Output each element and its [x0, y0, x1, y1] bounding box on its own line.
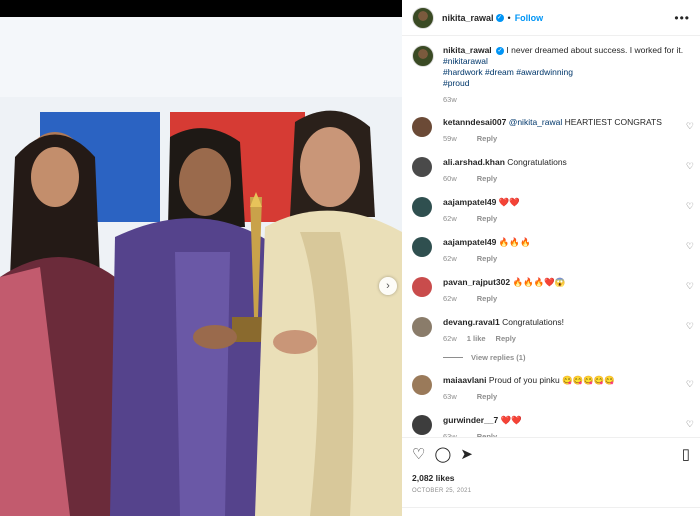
hashtag-line[interactable]: #nikitarawal [443, 56, 692, 67]
verified-icon: ✓ [495, 13, 504, 22]
comment-text: Proud of you pinku 😋😋😋😋😋 [488, 375, 616, 385]
comment-row: aajampatel49 ❤️❤️ 62w Reply ♡ [412, 197, 698, 223]
comment-text: ❤️❤️ [498, 197, 520, 207]
post-sidebar: nikita_rawal ✓ • Follow ••• nikita_rawal… [402, 0, 700, 516]
comment-row: maiaavlani Proud of you pinku 😋😋😋😋😋 63w … [412, 375, 698, 401]
commenter-avatar[interactable] [412, 375, 432, 395]
comment-text: HEARTIEST CONGRATS [564, 117, 662, 127]
commenter-username[interactable]: ketanndesai007 [443, 117, 506, 127]
next-photo-button[interactable]: › [379, 277, 397, 295]
comment-text: Congratulations [507, 157, 567, 167]
comment-time: 62w [443, 214, 457, 223]
comment-time: 60w [443, 174, 457, 183]
comment-time: 59w [443, 134, 457, 143]
commenter-avatar[interactable] [412, 197, 432, 217]
commenter-username[interactable]: pavan_rajput302 [443, 277, 510, 287]
caption-author-avatar[interactable] [412, 45, 434, 67]
reply-button[interactable]: Reply [477, 214, 497, 223]
comment-heart-icon[interactable]: ♡ [686, 321, 694, 332]
commenter-username[interactable]: devang.raval1 [443, 317, 500, 327]
comment-row: gurwinder__7 ❤️❤️ 63w Reply ♡ [412, 415, 698, 437]
post-caption: nikita_rawal ✓ I never dreamed about suc… [412, 45, 692, 105]
verified-icon: ✓ [496, 46, 505, 55]
separator: • [507, 12, 511, 23]
commenter-username[interactable]: ali.arshad.khan [443, 157, 505, 167]
comment-likes[interactable]: 1 like [467, 334, 486, 343]
post-header: nikita_rawal ✓ • Follow ••• [402, 0, 700, 36]
caption-time: 63w [443, 95, 457, 104]
reply-button[interactable]: Reply [477, 174, 497, 183]
comment-row: devang.raval1 Congratulations! 62w 1 lik… [412, 317, 698, 362]
comments-list[interactable]: nikita_rawal ✓ I never dreamed about suc… [402, 37, 700, 437]
add-comment-bar[interactable] [402, 507, 700, 516]
comment-row: ketanndesai007 @nikita_rawal HEARTIEST C… [412, 117, 698, 143]
reply-button[interactable]: Reply [477, 254, 497, 263]
hashtag-line[interactable]: #proud [443, 78, 692, 89]
comment-heart-icon[interactable]: ♡ [686, 201, 694, 212]
commenter-username[interactable]: gurwinder__7 [443, 415, 498, 425]
comment-mention[interactable]: @nikita_rawal [509, 117, 563, 127]
heart-icon[interactable]: ♡ [412, 446, 425, 464]
likes-count[interactable]: 2,082 likes [412, 473, 455, 483]
comment-heart-icon[interactable]: ♡ [686, 281, 694, 292]
comment-time: 62w [443, 334, 457, 343]
comment-time: 63w [443, 392, 457, 401]
award-photo [0, 17, 402, 516]
more-options-icon[interactable]: ••• [674, 11, 690, 25]
commenter-username[interactable]: aajampatel49 [443, 197, 496, 207]
share-icon[interactable]: ➤ [460, 446, 473, 464]
comment-text: 🔥🔥🔥❤️😱 [512, 277, 566, 287]
author-avatar[interactable] [412, 6, 434, 29]
comment-row: pavan_rajput302 🔥🔥🔥❤️😱 62w Reply ♡ [412, 277, 698, 303]
comment-text: Congratulations! [502, 317, 564, 327]
commenter-avatar[interactable] [412, 277, 432, 297]
comment-heart-icon[interactable]: ♡ [686, 379, 694, 390]
reply-button[interactable]: Reply [477, 392, 497, 401]
post-photo: › [0, 17, 402, 516]
reply-button[interactable]: Reply [496, 334, 516, 343]
commenter-username[interactable]: maiaavlani [443, 375, 486, 385]
comment-row: aajampatel49 🔥🔥🔥 62w Reply ♡ [412, 237, 698, 263]
reply-button[interactable]: Reply [477, 294, 497, 303]
comment-heart-icon[interactable]: ♡ [686, 241, 694, 252]
commenter-avatar[interactable] [412, 317, 432, 337]
commenter-avatar[interactable] [412, 117, 432, 137]
comment-heart-icon[interactable]: ♡ [686, 121, 694, 132]
follow-button[interactable]: Follow [515, 13, 544, 23]
caption-text: I never dreamed about success. I worked … [506, 45, 684, 55]
view-replies-label: View replies (1) [471, 353, 526, 362]
comment-time: 62w [443, 254, 457, 263]
comment-heart-icon[interactable]: ♡ [686, 161, 694, 172]
comment-row: ali.arshad.khan Congratulations 60w Repl… [412, 157, 698, 183]
view-replies-button[interactable]: View replies (1) [443, 353, 698, 362]
commenter-avatar[interactable] [412, 415, 432, 435]
comment-text: 🔥🔥🔥 [498, 237, 531, 247]
author-username[interactable]: nikita_rawal [442, 13, 494, 23]
comment-time: 62w [443, 294, 457, 303]
comment-text: ❤️❤️ [500, 415, 522, 425]
commenter-avatar[interactable] [412, 157, 432, 177]
caption-username[interactable]: nikita_rawal [443, 45, 492, 55]
reply-button[interactable]: Reply [477, 134, 497, 143]
save-icon[interactable]: ▯ [682, 446, 690, 464]
hashtag-line[interactable]: #hardwork #dream #awardwinning [443, 67, 692, 78]
post-date: OCTOBER 25, 2021 [412, 488, 472, 494]
commenter-username[interactable]: aajampatel49 [443, 237, 496, 247]
post-actions: ♡ ◯ ➤ ▯ 2,082 likes OCTOBER 25, 2021 [402, 437, 700, 516]
comment-heart-icon[interactable]: ♡ [686, 419, 694, 430]
commenter-avatar[interactable] [412, 237, 432, 257]
comment-icon[interactable]: ◯ [434, 446, 451, 464]
